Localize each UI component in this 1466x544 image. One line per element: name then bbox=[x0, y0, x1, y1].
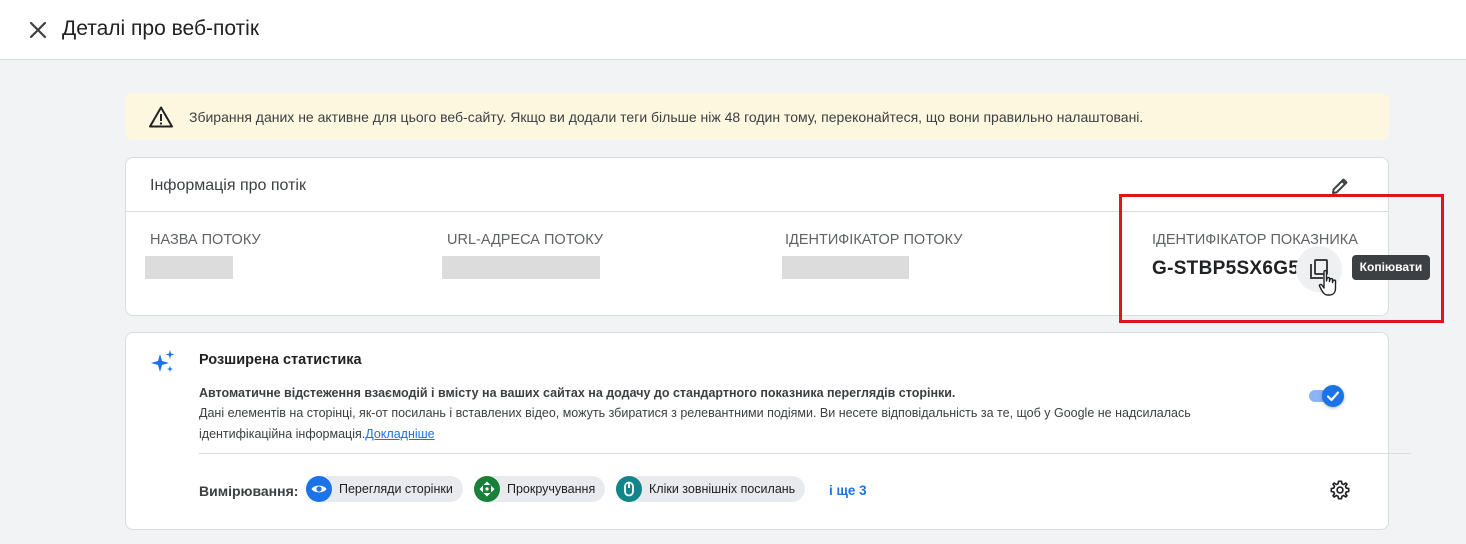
learn-more-link[interactable]: Докладніше bbox=[365, 427, 434, 441]
highlight-box bbox=[1119, 194, 1444, 323]
alert-text: Збирання даних не активне для цього веб-… bbox=[189, 109, 1144, 125]
close-icon bbox=[29, 21, 47, 39]
scroll-arrows-icon bbox=[474, 476, 500, 502]
gear-icon bbox=[1330, 480, 1350, 500]
chip-label: Кліки зовнішніх посилань bbox=[649, 482, 796, 496]
stream-id-label: ІДЕНТИФІКАТОР ПОТОКУ bbox=[785, 232, 963, 248]
chip-page-views[interactable]: Перегляди сторінки bbox=[306, 476, 463, 502]
chip-label: Прокручування bbox=[507, 482, 596, 496]
section-divider bbox=[199, 453, 1411, 454]
stream-id-redacted-value bbox=[782, 256, 909, 279]
mouse-icon bbox=[616, 476, 642, 502]
stream-url-redacted-value bbox=[442, 256, 600, 279]
pencil-icon bbox=[1332, 178, 1348, 194]
data-collection-alert: Збирання даних не активне для цього веб-… bbox=[125, 93, 1389, 140]
stream-info-title: Інформація про потік bbox=[150, 177, 306, 194]
chip-outbound-clicks[interactable]: Кліки зовнішніх посилань bbox=[616, 476, 806, 502]
settings-button[interactable] bbox=[1328, 478, 1352, 502]
top-bar: Деталі про веб-потік bbox=[0, 0, 1466, 60]
enhanced-measurement-summary: Автоматичне відстеження взаємодій і вміс… bbox=[199, 386, 956, 400]
check-icon bbox=[1326, 391, 1340, 402]
warning-icon bbox=[149, 106, 173, 128]
measurements-label: Вимірювання: bbox=[199, 483, 299, 499]
close-button[interactable] bbox=[24, 16, 52, 44]
page-title: Деталі про веб-потік bbox=[62, 17, 260, 40]
more-measurements-link[interactable]: і ще 3 bbox=[829, 482, 867, 500]
toggle-thumb bbox=[1322, 385, 1344, 407]
description-text: Дані елементів на сторінці, як-от посила… bbox=[199, 406, 1191, 441]
enhanced-measurement-toggle[interactable] bbox=[1307, 385, 1345, 407]
stream-url-label: URL-АДРЕСА ПОТОКУ bbox=[447, 232, 604, 248]
eye-icon bbox=[306, 476, 332, 502]
enhanced-measurement-title: Розширена статистика bbox=[199, 352, 362, 368]
enhanced-measurement-description: Дані елементів на сторінці, як-от посила… bbox=[199, 403, 1239, 445]
sparkle-icon bbox=[151, 350, 175, 372]
enhanced-measurement-card: Розширена статистика Автоматичне відстеж… bbox=[125, 332, 1411, 530]
chip-scrolls[interactable]: Прокручування bbox=[474, 476, 606, 502]
chip-label: Перегляди сторінки bbox=[339, 482, 453, 496]
stream-name-label: НАЗВА ПОТОКУ bbox=[150, 232, 261, 248]
stream-name-redacted-value bbox=[145, 256, 233, 279]
